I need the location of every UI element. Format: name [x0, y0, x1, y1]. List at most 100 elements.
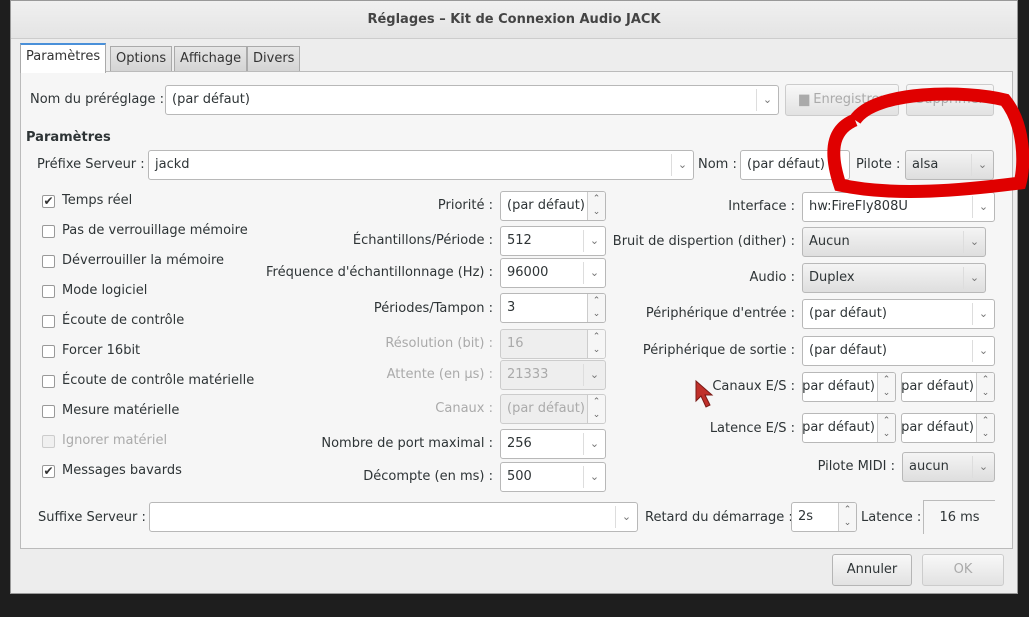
audio-combo[interactable]: Duplex ⌄ — [802, 263, 986, 293]
checkbox-label: Déverrouiller la mémoire — [62, 253, 225, 268]
priority-label: Priorité : — [437, 198, 493, 213]
spin-arrows-icon[interactable]: ⌃ ⌄ — [877, 414, 895, 442]
io-channels-in-spinbox[interactable]: (par défaut) ⌃ ⌄ — [802, 372, 896, 402]
start-delay-value: 2s — [798, 509, 814, 524]
server-name-label: Nom : — [698, 157, 737, 172]
sample-rate-value: 96000 — [507, 265, 549, 280]
wait-label: Attente (en µs) : — [386, 367, 493, 382]
wait-combo: 21333 ⌄ — [500, 360, 606, 390]
tab-parametres[interactable]: Paramètres — [20, 43, 107, 73]
red-annotation-circle — [827, 87, 1029, 198]
periods-buffer-label: Périodes/Tampon : — [373, 301, 493, 316]
timeout-combo[interactable]: 500 ⌄ — [500, 462, 606, 492]
input-device-label: Périphérique d'entrée : — [645, 306, 795, 321]
server-prefix-label: Préfixe Serveur : — [37, 157, 145, 172]
spin-arrows-icon[interactable]: ⌃ ⌄ — [877, 373, 895, 401]
resolution-value: 16 — [507, 336, 524, 351]
dither-value: Aucun — [809, 234, 850, 249]
chevron-down-icon: ⌄ — [583, 433, 605, 455]
output-device-label: Périphérique de sortie : — [642, 343, 795, 358]
io-channels-out-spinbox[interactable]: (par défaut) ⌃ ⌄ — [901, 372, 995, 402]
output-device-combo[interactable]: (par défaut) ⌄ — [802, 336, 995, 366]
io-latency-out-spinbox[interactable]: (par défaut) ⌃ ⌄ — [901, 413, 995, 443]
spin-arrows-icon[interactable]: ⌃ ⌄ — [976, 414, 994, 442]
channels-label: Canaux : — [435, 401, 493, 416]
checkbox-ignorer-materiel — [42, 435, 55, 448]
io-latency-label: Latence E/S : — [709, 421, 795, 436]
spin-arrows-icon[interactable]: ⌃ ⌄ — [976, 373, 994, 401]
checkbox-label: Mode logiciel — [62, 283, 148, 298]
latency-display: 16 ms — [923, 500, 995, 534]
dither-combo[interactable]: Aucun ⌄ — [802, 227, 986, 257]
checkbox-messages-bavards[interactable]: ✔ — [42, 465, 55, 478]
io-latency-out-value: (par défaut) — [901, 420, 974, 435]
checkbox-mesure-materielle[interactable] — [42, 405, 55, 418]
samples-period-combo[interactable]: 512 ⌄ — [500, 226, 606, 256]
checkbox-mode-logiciel[interactable] — [42, 285, 55, 298]
resolution-spinbox: 16 ⌃ ⌄ — [500, 329, 606, 359]
input-device-combo[interactable]: (par défaut) ⌄ — [802, 299, 995, 329]
spin-arrows-icon: ⌃ ⌄ — [587, 330, 605, 358]
interface-label: Interface : — [728, 199, 795, 214]
checkbox-label: Ignorer matériel — [62, 433, 168, 448]
chevron-down-icon: ⌄ — [972, 303, 994, 325]
checkbox-deverrouiller[interactable] — [42, 255, 55, 268]
preset-combo[interactable]: (par défaut) ⌄ — [165, 85, 779, 115]
max-ports-combo[interactable]: 256 ⌄ — [500, 429, 606, 459]
periods-buffer-value: 3 — [507, 300, 516, 315]
tab-affichage[interactable]: Affichage — [174, 46, 248, 72]
checkbox-pas-verrouillage[interactable] — [42, 225, 55, 238]
tab-divers[interactable]: Divers — [247, 46, 301, 72]
channels-spinbox: (par défaut) ⌃ ⌄ — [500, 394, 606, 424]
chevron-down-icon: ⌄ — [963, 267, 985, 289]
checkbox-temps-reel[interactable]: ✔ — [42, 195, 55, 208]
timeout-label: Décompte (en ms) : — [363, 469, 493, 484]
checkbox-label: Temps réel — [62, 193, 133, 208]
chevron-down-icon: ⌄ — [963, 231, 985, 253]
samples-period-value: 512 — [507, 233, 532, 248]
spin-arrows-icon[interactable]: ⌃ ⌄ — [587, 294, 605, 322]
checkbox-label: Messages bavards — [62, 463, 182, 478]
start-delay-label: Retard du démarrage : — [645, 510, 793, 525]
server-name-value: (par défaut) — [747, 157, 825, 172]
chevron-down-icon: ⌄ — [972, 456, 994, 478]
chevron-down-icon: ⌄ — [583, 230, 605, 252]
preset-value: (par défaut) — [172, 92, 250, 107]
priority-spinbox[interactable]: (par défaut) ⌃ ⌄ — [500, 191, 606, 221]
spin-arrows-icon[interactable]: ⌃ ⌄ — [838, 503, 856, 531]
checkbox-ecoute-materielle[interactable] — [42, 375, 55, 388]
io-channels-in-value: (par défaut) — [802, 379, 875, 394]
tab-options[interactable]: Options — [110, 46, 173, 72]
midi-driver-combo[interactable]: aucun ⌄ — [902, 452, 995, 482]
samples-period-label: Échantillons/Période : — [352, 233, 493, 248]
spin-arrows-icon[interactable]: ⌃ ⌄ — [587, 192, 605, 220]
server-prefix-combo[interactable]: jackd ⌄ — [148, 150, 694, 180]
audio-label: Audio : — [749, 270, 795, 285]
io-latency-in-spinbox[interactable]: (par défaut) ⌃ ⌄ — [802, 413, 896, 443]
server-suffix-label: Suffixe Serveur : — [38, 510, 146, 525]
server-suffix-combo[interactable]: ⌄ — [149, 502, 638, 532]
preset-label: Nom du préréglage : — [30, 92, 165, 107]
sample-rate-combo[interactable]: 96000 ⌄ — [500, 258, 606, 288]
start-delay-spinbox[interactable]: 2s ⌃ ⌄ — [791, 502, 857, 532]
mouse-cursor-icon — [695, 379, 714, 408]
io-channels-out-value: (par défaut) — [901, 379, 974, 394]
io-channels-label: Canaux E/S : — [712, 379, 795, 394]
checkbox-forcer-16bit[interactable] — [42, 345, 55, 358]
checkbox-label: Pas de verrouillage mémoire — [62, 223, 248, 238]
periods-buffer-spinbox[interactable]: 3 ⌃ ⌄ — [500, 293, 606, 323]
server-prefix-value: jackd — [155, 157, 190, 172]
section-title: Paramètres — [26, 130, 111, 145]
audio-value: Duplex — [809, 270, 855, 285]
chevron-down-icon: ⌄ — [615, 506, 637, 528]
input-device-value: (par défaut) — [809, 306, 887, 321]
dither-label: Bruit de dispertion (dither) : — [612, 234, 795, 249]
checkbox-ecoute-controle[interactable] — [42, 315, 55, 328]
floppy-icon: ▆ — [799, 92, 814, 107]
cancel-button[interactable]: Annuler — [832, 554, 912, 586]
midi-driver-value: aucun — [909, 459, 949, 474]
checkbox-label: Mesure matérielle — [62, 403, 180, 418]
chevron-down-icon: ⌄ — [756, 89, 778, 111]
priority-value: (par défaut) — [507, 198, 585, 213]
sample-rate-label: Fréquence d'échantillonnage (Hz) : — [266, 265, 493, 280]
